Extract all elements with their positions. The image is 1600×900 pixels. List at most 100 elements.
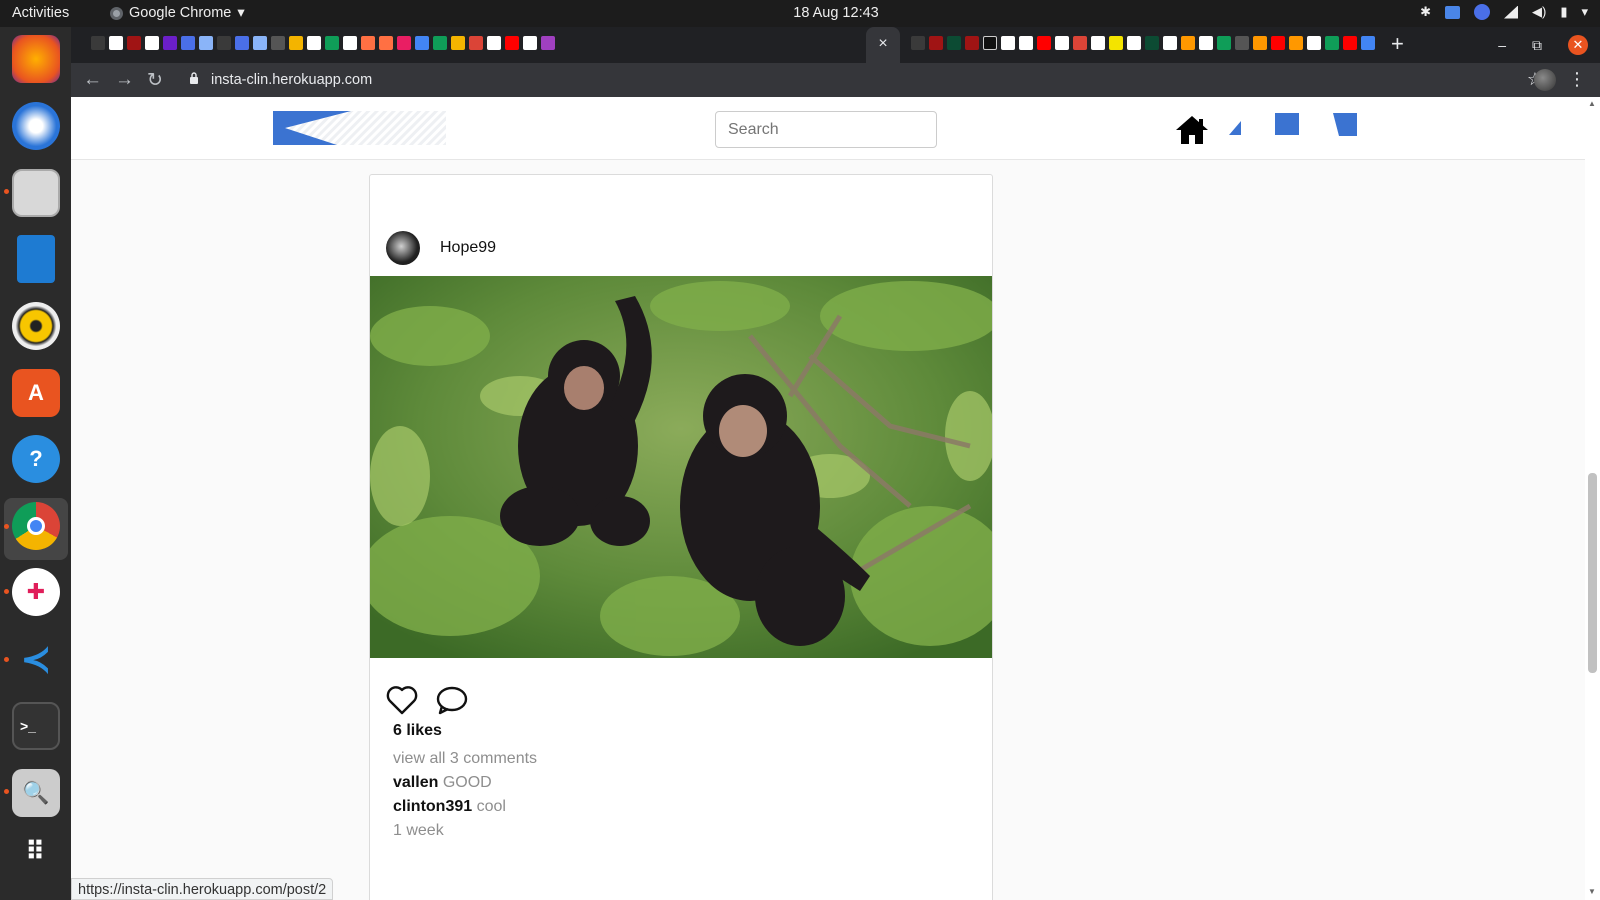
tab-icon[interactable] bbox=[91, 36, 105, 50]
tab-icon[interactable] bbox=[1325, 36, 1339, 50]
tab-icon[interactable] bbox=[271, 36, 285, 50]
tab-icon[interactable] bbox=[1145, 36, 1159, 50]
lock-icon[interactable] bbox=[189, 72, 199, 84]
search-input[interactable] bbox=[715, 111, 937, 148]
tab-icon[interactable] bbox=[217, 36, 231, 50]
tab-icon[interactable] bbox=[1361, 36, 1375, 50]
tab-icon[interactable] bbox=[379, 36, 393, 50]
tab-icon[interactable] bbox=[1289, 36, 1303, 50]
tab-icon[interactable] bbox=[199, 36, 213, 50]
tab-icon[interactable] bbox=[415, 36, 429, 50]
help-icon[interactable]: ? bbox=[12, 435, 60, 483]
tab-icon[interactable] bbox=[541, 36, 555, 50]
tab-icon[interactable] bbox=[947, 36, 961, 50]
tab-icon[interactable] bbox=[127, 36, 141, 50]
show-apps-icon[interactable]: ⠿ bbox=[12, 827, 60, 875]
page-scrollbar[interactable]: ▲ ▼ bbox=[1585, 97, 1600, 900]
gmail-tab-icon[interactable] bbox=[109, 36, 123, 50]
active-tab[interactable]: × bbox=[866, 27, 900, 63]
clock[interactable]: 18 Aug 12:43 bbox=[0, 5, 1600, 21]
tab-icon[interactable] bbox=[1253, 36, 1267, 50]
slack-icon[interactable]: ✚ bbox=[12, 568, 60, 616]
tab-icon[interactable] bbox=[1037, 36, 1051, 50]
tab-icon[interactable] bbox=[1019, 36, 1033, 50]
comment-bubble-icon[interactable] bbox=[436, 685, 468, 715]
firefox-icon[interactable] bbox=[12, 35, 60, 83]
restore-icon[interactable]: ⧉ bbox=[1532, 37, 1542, 54]
explore-icon[interactable] bbox=[1229, 119, 1241, 135]
scroll-down-icon[interactable]: ▼ bbox=[1588, 887, 1596, 896]
likes-count[interactable]: 6 likes bbox=[393, 722, 442, 740]
image-viewer-icon[interactable]: 🔍 bbox=[12, 769, 60, 817]
tab-icon[interactable] bbox=[1001, 36, 1015, 50]
tab-icon[interactable] bbox=[1055, 36, 1069, 50]
add-post-icon[interactable] bbox=[1275, 113, 1299, 135]
tab-icon[interactable] bbox=[505, 36, 519, 50]
tab-icon[interactable] bbox=[1073, 36, 1087, 50]
tab-icon[interactable] bbox=[181, 36, 195, 50]
tab-icon[interactable] bbox=[289, 36, 303, 50]
forward-icon[interactable]: → bbox=[115, 69, 134, 91]
tab-icon[interactable] bbox=[983, 36, 997, 50]
comment-username[interactable]: vallen bbox=[393, 774, 438, 791]
chrome-menu-icon[interactable]: ⋮ bbox=[1568, 69, 1586, 90]
comment-username[interactable]: clinton391 bbox=[393, 798, 472, 815]
tab-icon[interactable] bbox=[451, 36, 465, 50]
reload-icon[interactable]: ↻ bbox=[147, 69, 163, 92]
terminal-icon[interactable]: >_ bbox=[12, 702, 60, 750]
tab-icon[interactable] bbox=[253, 36, 267, 50]
home-icon[interactable] bbox=[1175, 115, 1209, 145]
tab-icon[interactable] bbox=[235, 36, 249, 50]
close-tab-icon[interactable]: × bbox=[878, 35, 887, 52]
files-icon[interactable] bbox=[12, 169, 60, 217]
back-icon[interactable]: ← bbox=[83, 69, 102, 91]
scrollbar-thumb[interactable] bbox=[1588, 473, 1597, 673]
tab-icon[interactable] bbox=[1181, 36, 1195, 50]
post-username[interactable]: Hope99 bbox=[440, 239, 496, 257]
like-heart-icon[interactable] bbox=[386, 685, 418, 715]
tab-icon[interactable] bbox=[1091, 36, 1105, 50]
rhythmbox-icon[interactable] bbox=[12, 302, 60, 350]
avatar[interactable] bbox=[386, 231, 420, 265]
tab-icon[interactable] bbox=[1199, 36, 1213, 50]
profile-avatar[interactable] bbox=[1534, 69, 1556, 91]
software-center-icon[interactable]: A bbox=[12, 369, 60, 417]
tab-icon[interactable] bbox=[1163, 36, 1177, 50]
account-tray-icon[interactable] bbox=[1473, 4, 1490, 20]
new-tab-button[interactable]: + bbox=[1391, 31, 1404, 57]
minimize-icon[interactable]: – bbox=[1498, 37, 1506, 53]
tab-icon[interactable] bbox=[1307, 36, 1321, 50]
chrome-dock-icon[interactable] bbox=[12, 502, 60, 550]
wifi-icon[interactable] bbox=[1503, 5, 1518, 19]
tab-icon[interactable] bbox=[929, 36, 943, 50]
tab-icon[interactable] bbox=[1127, 36, 1141, 50]
tab-icon[interactable] bbox=[523, 36, 537, 50]
close-window-icon[interactable]: ✕ bbox=[1568, 35, 1588, 55]
system-tray[interactable]: ✱ ◀) ▮ ▾ bbox=[1420, 4, 1588, 20]
tab-icon[interactable] bbox=[965, 36, 979, 50]
tab-icon[interactable] bbox=[1271, 36, 1285, 50]
tab-icon[interactable] bbox=[1235, 36, 1249, 50]
tab-icon[interactable] bbox=[433, 36, 447, 50]
tab-icon[interactable] bbox=[325, 36, 339, 50]
tab-icon[interactable] bbox=[1343, 36, 1357, 50]
vscode-icon[interactable]: ≺ bbox=[12, 635, 60, 683]
battery-icon[interactable]: ▮ bbox=[1560, 4, 1567, 20]
volume-icon[interactable]: ◀) bbox=[1532, 4, 1546, 20]
address-bar[interactable]: insta-clin.herokuapp.com ☆ bbox=[181, 66, 1551, 94]
tab-icon[interactable] bbox=[343, 36, 357, 50]
profile-icon[interactable] bbox=[1333, 113, 1357, 136]
view-all-comments-link[interactable]: view all 3 comments bbox=[393, 750, 537, 768]
tab-icon[interactable] bbox=[911, 36, 925, 50]
slack-tray-icon[interactable]: ✱ bbox=[1420, 4, 1431, 20]
tab-icon[interactable] bbox=[145, 36, 159, 50]
writer-icon[interactable] bbox=[17, 235, 55, 283]
tab-icon[interactable] bbox=[361, 36, 375, 50]
tab-icon[interactable] bbox=[307, 36, 321, 50]
scroll-up-icon[interactable]: ▲ bbox=[1588, 99, 1596, 108]
tab-icon[interactable] bbox=[487, 36, 501, 50]
url-text[interactable]: insta-clin.herokuapp.com bbox=[211, 72, 372, 88]
tab-icon[interactable] bbox=[163, 36, 177, 50]
site-logo[interactable] bbox=[273, 111, 446, 145]
post-image[interactable] bbox=[370, 276, 992, 658]
